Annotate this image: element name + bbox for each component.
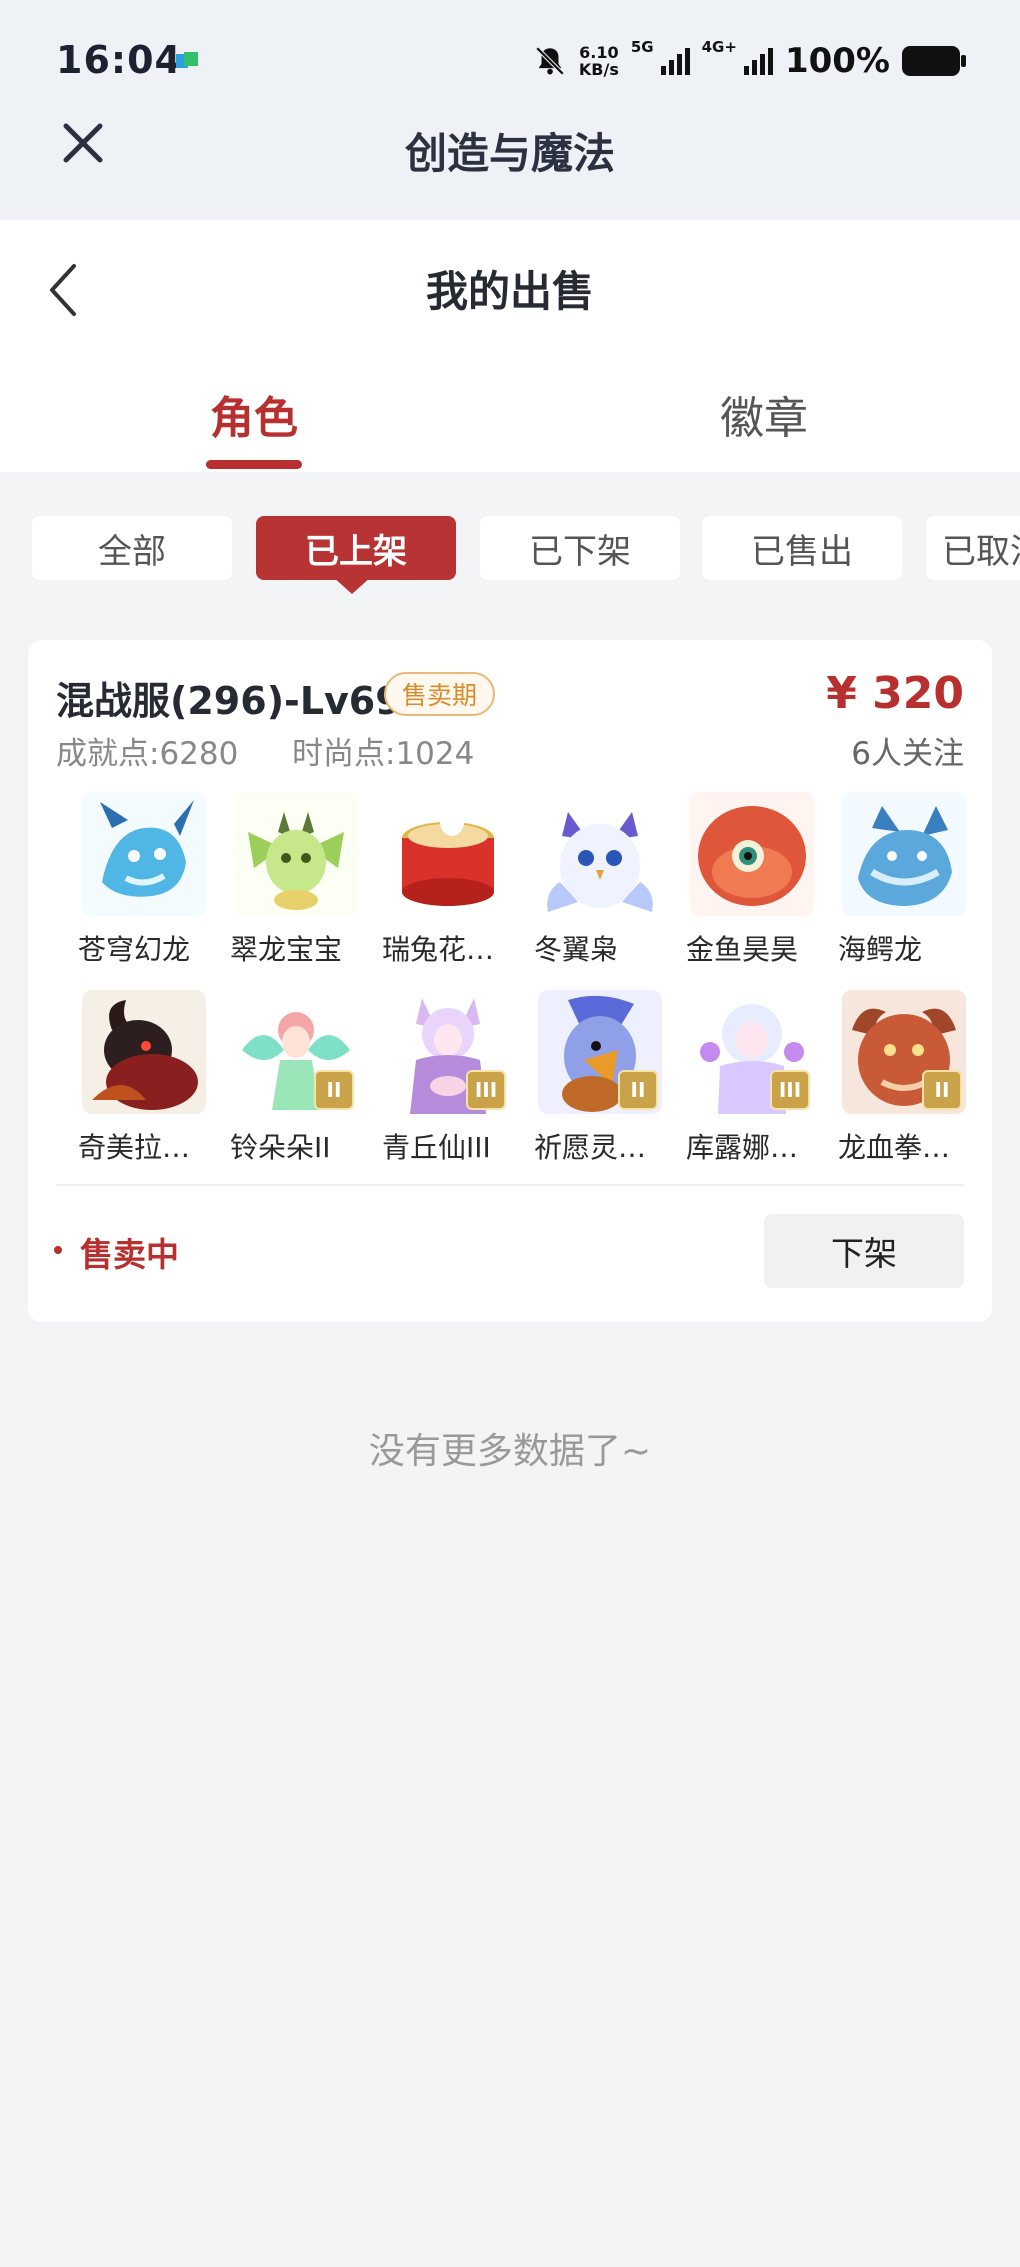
- pet-name: 瑞兔花…: [382, 933, 495, 966]
- tier-badge: III: [770, 1070, 810, 1110]
- app-notification-icon: [176, 52, 198, 68]
- pet-item[interactable]: 苍穹幻龙: [78, 792, 212, 968]
- pet-image: [82, 990, 206, 1114]
- pet-name: 祈愿灵…: [534, 1131, 647, 1164]
- pet-name: 铃朵朵II: [230, 1131, 331, 1164]
- pet-item[interactable]: 翠龙宝宝: [230, 792, 364, 968]
- speed-value: 6.10: [579, 43, 619, 62]
- page-header: 我的出售 角色 徽章: [0, 220, 1020, 472]
- tab-role[interactable]: 角色: [154, 382, 354, 446]
- status-dot-icon: [54, 1246, 62, 1254]
- pet-image: [690, 792, 814, 916]
- pet-item[interactable]: III 青丘仙III: [382, 990, 516, 1166]
- network-5g-label: 5G: [630, 38, 654, 56]
- pet-image: III: [690, 990, 814, 1114]
- tier-badge: II: [314, 1070, 354, 1110]
- end-of-list-text: 没有更多数据了~: [368, 1431, 652, 1472]
- pet-item[interactable]: II 祈愿灵…: [534, 990, 668, 1166]
- network-speed: 6.10 KB/s: [579, 44, 619, 78]
- status-right: 6.10 KB/s 5G 4G+ 100%: [533, 36, 966, 86]
- pet-item[interactable]: 金鱼昊昊: [686, 792, 820, 968]
- pet-item[interactable]: 奇美拉…: [78, 990, 212, 1166]
- filter-listed[interactable]: 已上架: [256, 516, 456, 580]
- tier-badge: III: [466, 1070, 506, 1110]
- pet-item[interactable]: 冬翼枭: [534, 792, 668, 968]
- filter-delisted[interactable]: 已下架: [480, 516, 680, 580]
- pet-item[interactable]: II 龙血拳…: [838, 990, 972, 1166]
- signal-icon: [743, 48, 773, 75]
- app-title: 创造与魔法: [404, 129, 615, 178]
- mute-icon: [535, 46, 565, 76]
- tab-badge[interactable]: 徽章: [664, 382, 864, 446]
- pet-item[interactable]: 海鳄龙: [838, 792, 972, 968]
- pet-name: 库露娜…: [686, 1131, 799, 1164]
- pet-image: II: [842, 990, 966, 1114]
- pet-image: [82, 792, 206, 916]
- status-time: 16:04: [56, 38, 182, 82]
- tab-active-indicator: [206, 460, 302, 469]
- active-filter-pointer: [332, 576, 372, 594]
- battery-icon: [902, 46, 966, 76]
- pet-image: III: [386, 990, 510, 1114]
- pet-image: [386, 792, 510, 916]
- filter-cancelled[interactable]: 已取消: [926, 516, 1020, 580]
- pet-item[interactable]: 瑞兔花…: [382, 792, 516, 968]
- fashion-points: 时尚点:1024: [292, 736, 475, 772]
- tier-badge: II: [618, 1070, 658, 1110]
- price: ¥ 320: [826, 668, 964, 719]
- filter-all[interactable]: 全部: [32, 516, 232, 580]
- signal-icon: [660, 48, 690, 75]
- pet-item[interactable]: II 铃朵朵II: [230, 990, 364, 1166]
- delist-button[interactable]: 下架: [764, 1214, 964, 1288]
- pet-image: [538, 792, 662, 916]
- pet-name: 奇美拉…: [78, 1131, 191, 1164]
- listing-card[interactable]: 混战服(296)-Lv69 售卖期 ¥ 320 成就点:6280 时尚点:102…: [28, 640, 992, 1322]
- network-4g-label: 4G+: [701, 38, 737, 56]
- server-level: 混战服(296)-Lv69: [56, 679, 402, 723]
- top-bar: 16:04 6.10 KB/s 5G 4G+ 100% 创造与魔法: [0, 0, 1020, 220]
- filter-sold[interactable]: 已售出: [702, 516, 902, 580]
- card-divider: [56, 1184, 964, 1186]
- pet-name: 苍穹幻龙: [78, 933, 191, 966]
- pet-name: 翠龙宝宝: [230, 933, 343, 966]
- listing-status: 售卖中: [80, 1235, 179, 1274]
- speed-unit: KB/s: [578, 60, 619, 79]
- pet-name: 冬翼枭: [534, 933, 619, 966]
- watcher-count: 6人关注: [851, 736, 964, 772]
- page-title: 我的出售: [425, 267, 594, 316]
- filter-chips: 全部 已上架 已下架 已售出 已取消: [0, 516, 1020, 586]
- pet-image: [842, 792, 966, 916]
- pet-name: 龙血拳…: [838, 1131, 951, 1164]
- pet-name: 青丘仙III: [382, 1131, 491, 1164]
- pet-name: 海鳄龙: [838, 933, 923, 966]
- pet-image: II: [234, 990, 358, 1114]
- battery-percent: 100%: [784, 41, 890, 81]
- achievement-points: 成就点:6280: [56, 736, 239, 772]
- pet-item[interactable]: III 库露娜…: [686, 990, 820, 1166]
- status-badge: 售卖期: [384, 672, 496, 716]
- pet-name: 金鱼昊昊: [686, 933, 799, 966]
- tier-badge: II: [922, 1070, 962, 1110]
- pet-image: [234, 792, 358, 916]
- pet-image: II: [538, 990, 662, 1114]
